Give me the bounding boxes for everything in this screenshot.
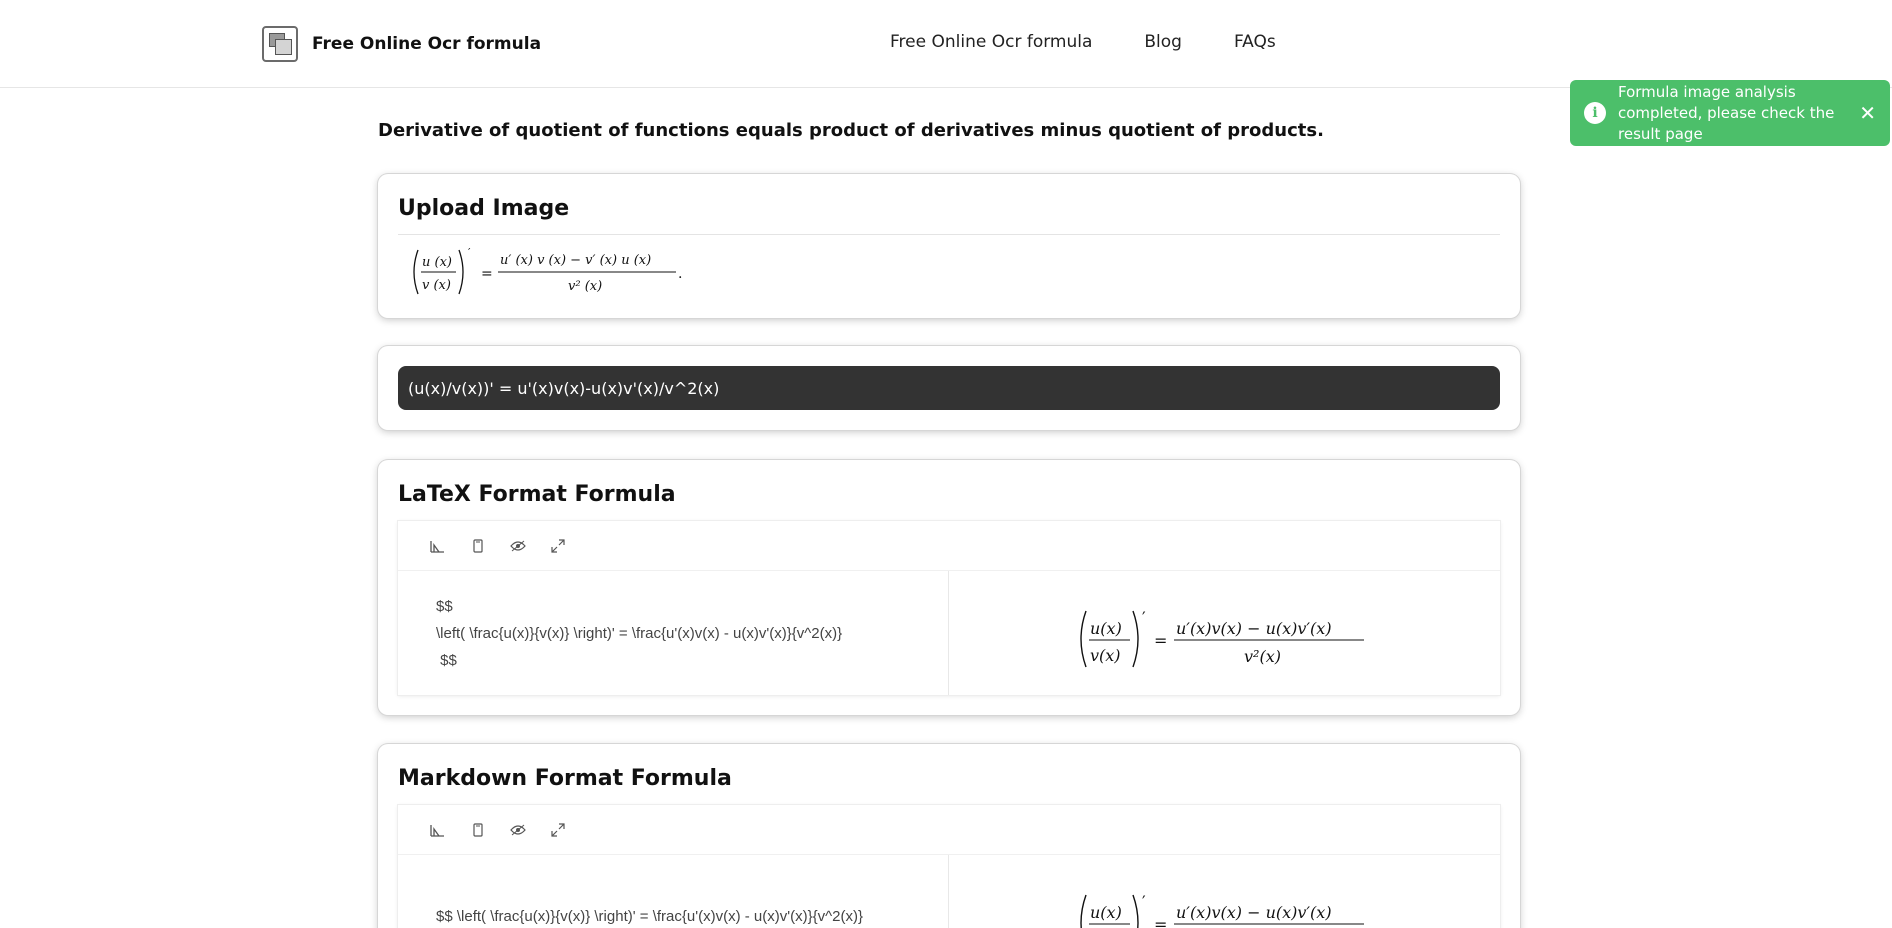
svg-text:u′(x)v(x) − u(x)v′(x): u′(x)v(x) − u(x)v′(x) (1176, 903, 1332, 922)
svg-text:u(x): u(x) (1090, 619, 1122, 638)
main-nav: Free Online Ocr formula Blog FAQs (890, 32, 1328, 52)
latex-panes: $$ \left( \frac{u(x)}{v(x)} \right)' = \… (398, 571, 1500, 695)
uploaded-formula-image[interactable]: u (x) v (x) ′ = u′ (x) v (x) − v′ (x) u … (408, 244, 708, 308)
nav-link-blog[interactable]: Blog (1144, 32, 1182, 52)
svg-text:=: = (1154, 631, 1167, 650)
fullscreen-icon[interactable] (548, 536, 568, 556)
markdown-card: Markdown Format Formula $$ \left( \frac{… (378, 744, 1520, 928)
close-icon[interactable]: ✕ (1859, 101, 1876, 125)
info-icon: i (1584, 102, 1606, 124)
latex-line-1: $$ (436, 598, 453, 615)
preview-icon[interactable] (428, 536, 448, 556)
fullscreen-icon[interactable] (548, 820, 568, 840)
brand[interactable]: Free Online Ocr formula (262, 26, 541, 62)
upload-title: Upload Image (398, 196, 570, 221)
markdown-panes: $$ \left( \frac{u(x)}{v(x)} \right)' = \… (398, 855, 1500, 928)
markdown-editor: $$ \left( \frac{u(x)}{v(x)} \right)' = \… (398, 805, 1500, 928)
svg-text:u′ (x) v (x) − v′ (x) u (x): u′ (x) v (x) − v′ (x) u (x) (500, 253, 651, 268)
svg-text:v (x): v (x) (422, 278, 451, 293)
svg-text:u(x): u(x) (1090, 903, 1122, 922)
upload-card: Upload Image u (x) v (x) ′ = u′ (x) v (x… (378, 174, 1520, 318)
eye-icon[interactable] (508, 536, 528, 556)
latex-editor: $$ \left( \frac{u(x)}{v(x)} \right)' = \… (398, 521, 1500, 695)
copy-icon[interactable] (468, 820, 488, 840)
site-header: Free Online Ocr formula Free Online Ocr … (0, 0, 1892, 88)
svg-text:=: = (1154, 915, 1167, 928)
svg-text:′: ′ (1142, 892, 1146, 911)
ocr-result-text[interactable]: (u(x)/v(x))' = u'(x)v(x)-u(x)v'(x)/v^2(x… (398, 366, 1500, 410)
svg-text:′: ′ (468, 246, 471, 259)
latex-source[interactable]: $$ \left( \frac{u(x)}{v(x)} \right)' = \… (398, 571, 949, 695)
logo-icon (262, 26, 298, 62)
nav-link-faqs[interactable]: FAQs (1234, 32, 1276, 52)
markdown-preview: u(x) v(x) ′ = u′(x)v(x) − u(x)v′(x) v²(x… (949, 855, 1500, 928)
svg-text:′: ′ (1142, 608, 1146, 627)
svg-text:u (x): u (x) (422, 255, 452, 270)
brand-name[interactable]: Free Online Ocr formula (312, 34, 541, 54)
latex-preview: u(x) v(x) ′ = u′(x)v(x) − u(x)v′(x) v²(x… (949, 571, 1500, 695)
copy-icon[interactable] (468, 536, 488, 556)
page-description: Derivative of quotient of functions equa… (378, 120, 1324, 141)
nav-link-home[interactable]: Free Online Ocr formula (890, 32, 1092, 52)
toast-message: Formula image analysis completed, please… (1618, 82, 1835, 143)
svg-text:u′(x)v(x) − u(x)v′(x): u′(x)v(x) − u(x)v′(x) (1176, 619, 1332, 638)
latex-line-2: \left( \frac{u(x)}{v(x)} \right)' = \fra… (436, 625, 843, 642)
result-card: (u(x)/v(x))' = u'(x)v(x)-u(x)v'(x)/v^2(x… (378, 346, 1520, 430)
markdown-title: Markdown Format Formula (398, 766, 732, 791)
eye-icon[interactable] (508, 820, 528, 840)
divider (398, 234, 1500, 235)
svg-text:v(x): v(x) (1090, 646, 1121, 665)
svg-text:v² (x): v² (x) (568, 279, 602, 294)
latex-toolbar (398, 521, 1500, 571)
svg-text:.: . (678, 266, 682, 282)
svg-text:v²(x): v²(x) (1244, 647, 1281, 666)
latex-title: LaTeX Format Formula (398, 482, 676, 507)
latex-line-3: $$ (436, 652, 457, 669)
markdown-toolbar (398, 805, 1500, 855)
latex-card: LaTeX Format Formula $$ \left( \frac{u(x… (378, 460, 1520, 715)
success-toast: i Formula image analysis completed, plea… (1570, 80, 1890, 146)
markdown-source[interactable]: $$ \left( \frac{u(x)}{v(x)} \right)' = \… (398, 855, 949, 928)
preview-icon[interactable] (428, 820, 448, 840)
svg-text:=: = (481, 266, 493, 282)
